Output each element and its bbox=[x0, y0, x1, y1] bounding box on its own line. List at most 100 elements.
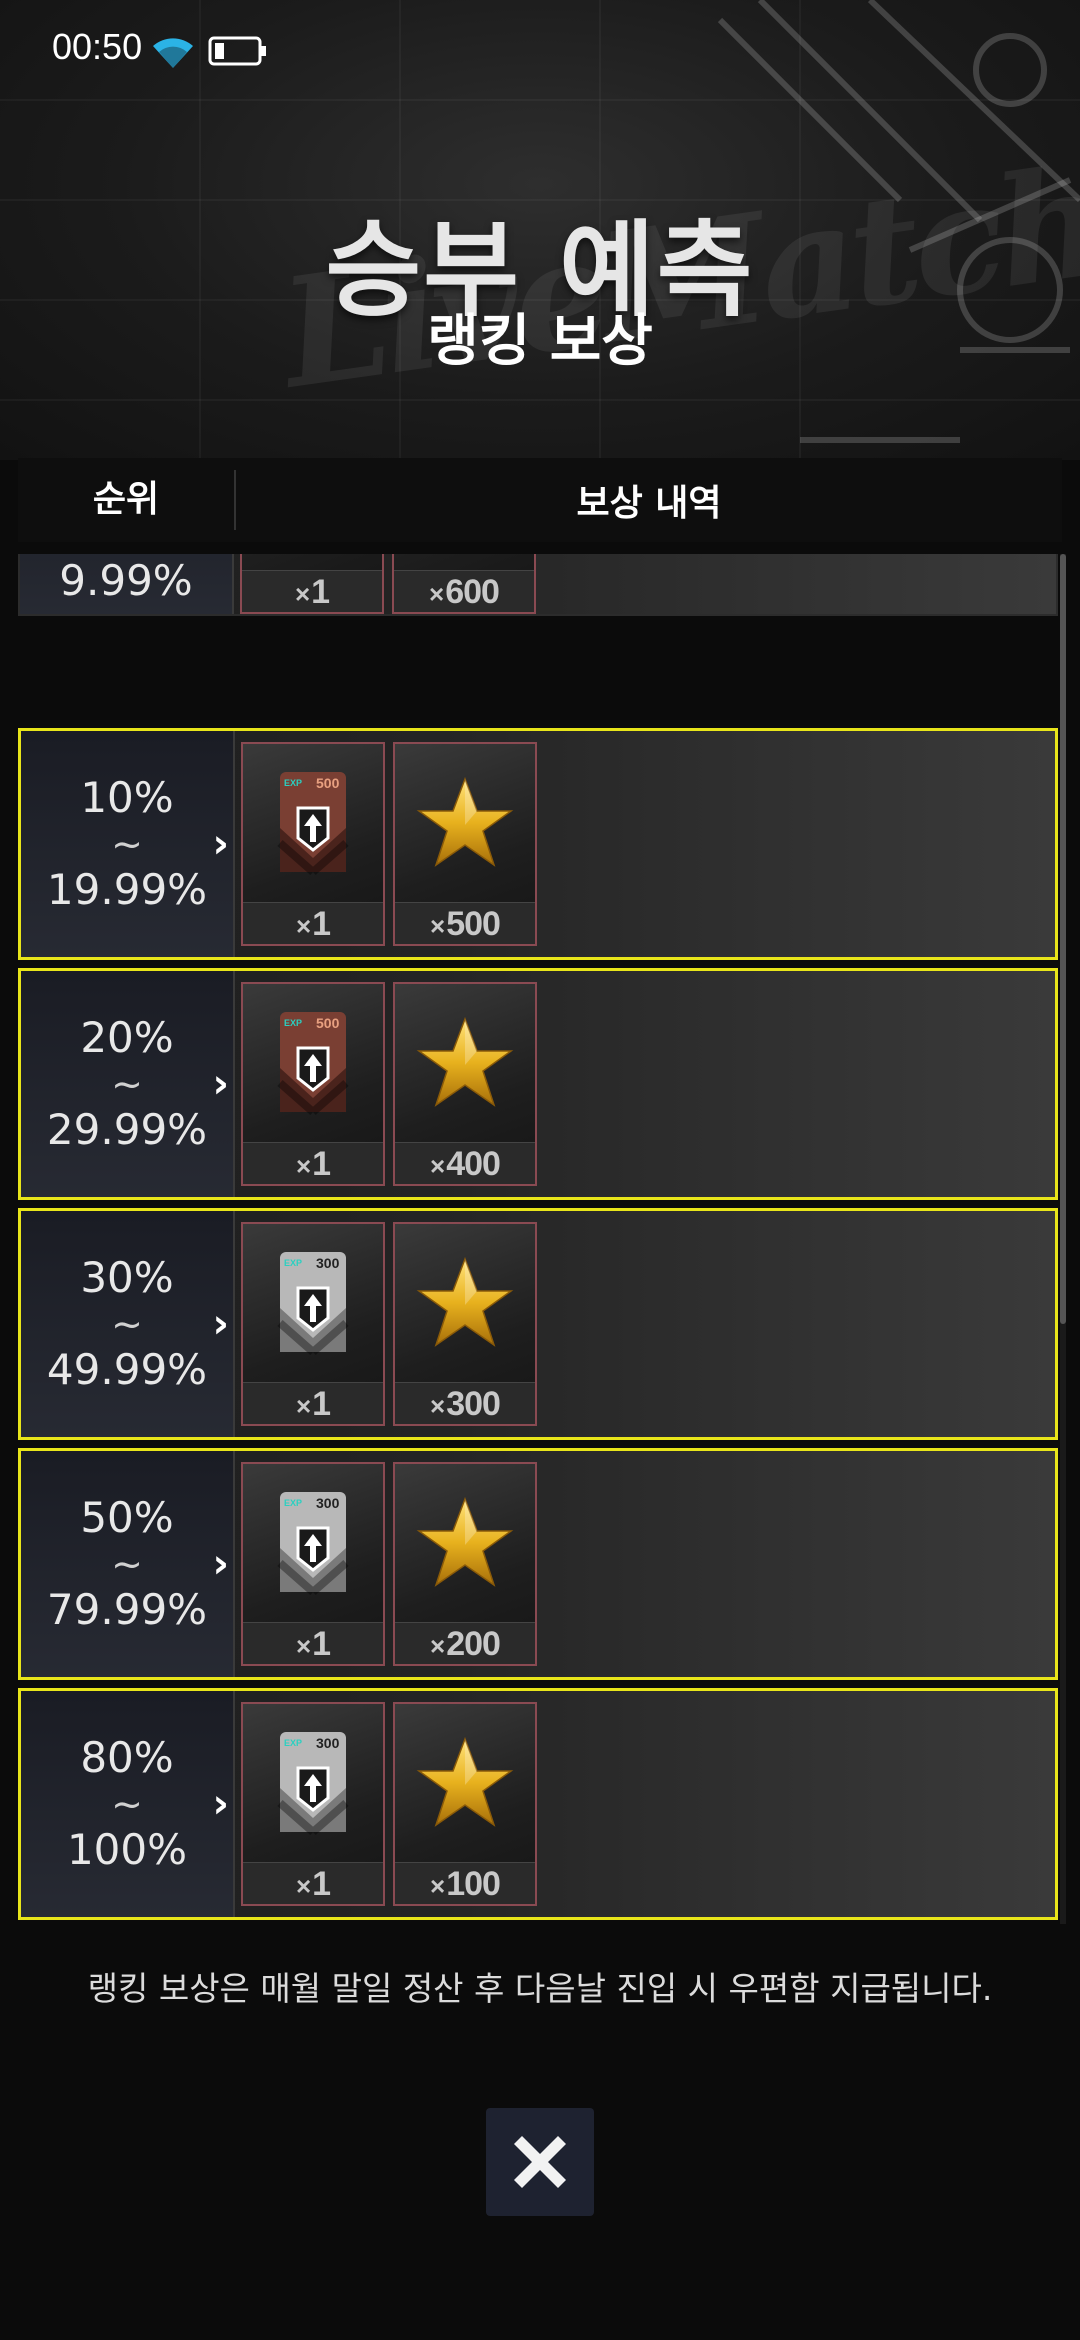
reward-quantity: ×1 bbox=[243, 1142, 383, 1184]
reward-items: EXP 500 ×1 ×400 bbox=[235, 971, 537, 1197]
reward-star-item[interactable]: ×300 bbox=[393, 1222, 537, 1426]
reward-star-item[interactable]: ×400 bbox=[393, 982, 537, 1186]
reward-row[interactable]: 50% ~79.99% › EXP 300 ×1 ×200 bbox=[18, 1448, 1058, 1680]
rank-range: 20% ~29.99% › bbox=[21, 971, 235, 1197]
rank-from: 80% bbox=[80, 1733, 174, 1782]
rank-tilde: ~ bbox=[111, 1782, 143, 1826]
reward-card-item[interactable]: EXP 500 ×1 bbox=[241, 982, 385, 1186]
status-bar: 00:50 bbox=[0, 0, 1080, 100]
reward-items: EXP 500 ×1 ×500 bbox=[235, 731, 537, 957]
svg-text:300: 300 bbox=[316, 1255, 340, 1271]
chevron-right-icon[interactable]: › bbox=[213, 1301, 229, 1347]
wifi-icon bbox=[153, 38, 193, 68]
reward-items: EXP×1×600 bbox=[234, 554, 536, 614]
chevron-right-icon[interactable]: › bbox=[213, 1061, 229, 1107]
rank-to: 79.99% bbox=[46, 1585, 208, 1634]
rank-tilde: ~ bbox=[111, 822, 143, 866]
svg-text:EXP: EXP bbox=[284, 1498, 302, 1508]
reward-quantity: ×200 bbox=[395, 1622, 535, 1664]
exp-card-icon: EXP 300 bbox=[243, 1224, 383, 1382]
exp-card-icon: EXP 500 bbox=[243, 984, 383, 1142]
column-header: 순위 보상 내역 bbox=[18, 458, 1062, 542]
reward-star-item[interactable]: ×500 bbox=[393, 742, 537, 946]
reward-quantity: ×400 bbox=[395, 1142, 535, 1184]
rank-range: 50% ~79.99% › bbox=[21, 1451, 235, 1677]
chevron-right-icon[interactable]: › bbox=[212, 554, 228, 558]
reward-star-item[interactable]: ×100 bbox=[393, 1702, 537, 1906]
reward-quantity: ×1 bbox=[243, 1622, 383, 1664]
rank-to: 9.99% bbox=[59, 556, 193, 605]
svg-text:EXP: EXP bbox=[284, 1018, 302, 1028]
svg-text:EXP: EXP bbox=[284, 1258, 302, 1268]
rank-from: 10% bbox=[80, 773, 174, 822]
rank-from: 30% bbox=[80, 1253, 174, 1302]
star-icon bbox=[395, 744, 535, 902]
chevron-right-icon[interactable]: › bbox=[213, 821, 229, 867]
rank-to: 100% bbox=[66, 1825, 188, 1874]
close-x-icon bbox=[514, 2136, 566, 2188]
scrollbar[interactable] bbox=[1060, 554, 1066, 1924]
reward-star-item[interactable]: ×600 bbox=[392, 554, 536, 614]
rank-tilde: ~ bbox=[111, 1542, 143, 1586]
column-reward: 보상 내역 bbox=[576, 483, 722, 524]
rank-range: 30% ~49.99% › bbox=[21, 1211, 235, 1437]
svg-text:300: 300 bbox=[316, 1735, 340, 1751]
star-icon bbox=[395, 1224, 535, 1382]
reward-items: EXP 300 ×1 ×300 bbox=[235, 1211, 537, 1437]
rank-to: 29.99% bbox=[46, 1105, 208, 1154]
reward-items: EXP 300 ×1 ×100 bbox=[235, 1691, 537, 1917]
reward-items: EXP 300 ×1 ×200 bbox=[235, 1451, 537, 1677]
reward-quantity: ×1 bbox=[243, 1382, 383, 1424]
svg-text:EXP: EXP bbox=[284, 778, 302, 788]
reward-card-item[interactable]: EXP 300 ×1 bbox=[241, 1702, 385, 1906]
rank-tilde: ~ bbox=[111, 1062, 143, 1106]
reward-quantity: ×500 bbox=[395, 902, 535, 944]
reward-row[interactable]: 20% ~29.99% › EXP 500 ×1 ×400 bbox=[18, 968, 1058, 1200]
reward-card-item[interactable]: EXP 300 ×1 bbox=[241, 1222, 385, 1426]
reward-list[interactable]: 3%~9.99%›EXP×1×60010%~19.99%›EXP500×1×50… bbox=[18, 554, 1062, 1924]
reward-row[interactable]: 80% ~100% › EXP 300 ×1 ×100 bbox=[18, 1688, 1058, 1920]
svg-text:500: 500 bbox=[316, 775, 340, 791]
reward-quantity: ×100 bbox=[395, 1862, 535, 1904]
reward-quantity: ×1 bbox=[243, 902, 383, 944]
reward-card-item[interactable]: EXP 500 ×1 bbox=[241, 742, 385, 946]
close-button[interactable] bbox=[486, 2108, 594, 2216]
rank-range: 3%~9.99%› bbox=[20, 554, 234, 614]
svg-text:300: 300 bbox=[316, 1495, 340, 1511]
reward-quantity: ×300 bbox=[395, 1382, 535, 1424]
star-icon bbox=[394, 554, 534, 570]
reward-quantity: ×600 bbox=[394, 570, 534, 612]
exp-card-icon: EXP bbox=[242, 554, 382, 570]
reward-card-item[interactable]: EXP 300 ×1 bbox=[241, 1462, 385, 1666]
rank-from: 50% bbox=[80, 1493, 174, 1542]
reward-star-item[interactable]: ×200 bbox=[393, 1462, 537, 1666]
rank-range: 80% ~100% › bbox=[21, 1691, 235, 1917]
reward-quantity: ×1 bbox=[242, 570, 382, 612]
status-time: 00:50 bbox=[52, 26, 143, 67]
exp-card-icon: EXP 500 bbox=[243, 744, 383, 902]
exp-card-icon: EXP 300 bbox=[243, 1704, 383, 1862]
reward-card-item[interactable]: EXP×1 bbox=[240, 554, 384, 614]
rank-range: 10% ~19.99% › bbox=[21, 731, 235, 957]
exp-card-icon: EXP 300 bbox=[243, 1464, 383, 1622]
notice-text: 랭킹 보상은 매월 말일 정산 후 다음날 진입 시 우편함 지급됩니다. bbox=[87, 1969, 993, 2008]
chevron-right-icon[interactable]: › bbox=[213, 1541, 229, 1587]
rank-tilde: ~ bbox=[111, 1302, 143, 1346]
star-icon bbox=[395, 1464, 535, 1622]
rank-to: 19.99% bbox=[46, 865, 208, 914]
chevron-right-icon[interactable]: › bbox=[213, 1781, 229, 1827]
scrollbar-thumb[interactable] bbox=[1060, 554, 1066, 1324]
page-subtitle: 랭킹 보상 bbox=[427, 309, 653, 374]
reward-row[interactable]: 10% ~19.99% › EXP 500 ×1 ×500 bbox=[18, 728, 1058, 960]
reward-row[interactable]: 3%~9.99%›EXP×1×600 bbox=[18, 554, 1058, 616]
svg-text:EXP: EXP bbox=[284, 1738, 302, 1748]
column-rank: 순위 bbox=[18, 470, 236, 530]
reward-quantity: ×1 bbox=[243, 1862, 383, 1904]
star-icon bbox=[395, 1704, 535, 1862]
reward-row[interactable]: 30% ~49.99% › EXP 300 ×1 ×300 bbox=[18, 1208, 1058, 1440]
rank-to: 49.99% bbox=[46, 1345, 208, 1394]
rank-from: 20% bbox=[80, 1013, 174, 1062]
star-icon bbox=[395, 984, 535, 1142]
battery-icon bbox=[208, 36, 266, 66]
svg-text:500: 500 bbox=[316, 1015, 340, 1031]
